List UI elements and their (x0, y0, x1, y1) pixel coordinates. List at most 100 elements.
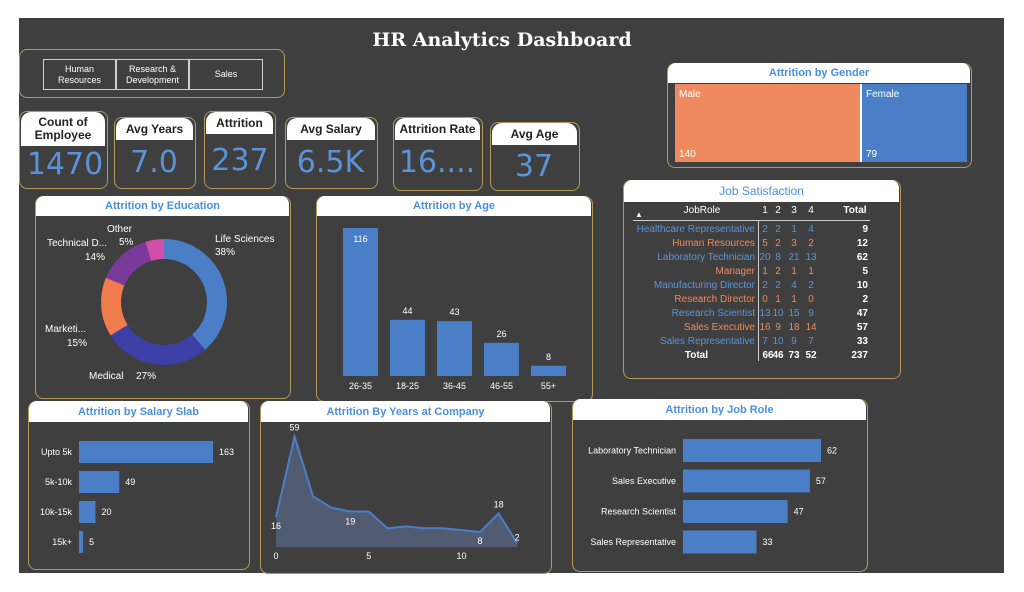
age-bar (437, 321, 472, 376)
gender-female-label: Female (866, 89, 900, 100)
slice-pct-label: 27% (136, 371, 156, 382)
job-satisfaction-cell: 0 (808, 294, 814, 305)
age-bar-value: 43 (449, 307, 459, 317)
job-satisfaction-cell: 1 (808, 266, 814, 277)
age-bar-value: 26 (496, 329, 506, 339)
salary-bar (79, 531, 84, 553)
slice-label: Life Sciences (215, 234, 274, 245)
salary-bar-value: 163 (219, 447, 234, 457)
slice-pct-label: 14% (85, 252, 105, 263)
grand-total: 237 (851, 350, 868, 361)
slice-label: Marketi... (45, 324, 86, 335)
slice-label: Other (107, 224, 133, 235)
kpi-value: 237 (211, 143, 269, 178)
job-role-bar-value: 62 (827, 446, 837, 456)
gender-female-block[interactable]: Female 79 (862, 84, 967, 162)
age-bar (343, 228, 378, 376)
slice-pct-label: 5% (119, 237, 134, 248)
job-satisfaction-cell: 14 (805, 322, 817, 333)
kpi-value: 6.5K (296, 145, 365, 180)
age-axis-label: 55+ (541, 381, 556, 391)
panel-title: Attrition by Salary Slab (29, 401, 248, 422)
years-point-label: 19 (345, 516, 355, 526)
column-header: Total (843, 205, 867, 216)
job-role-bar-value: 47 (794, 507, 804, 517)
job-satisfaction-row-total: 62 (856, 252, 868, 263)
salary-axis-label: 15k+ (52, 537, 72, 547)
column-header: JobRole (683, 205, 721, 216)
age-axis-label: 46-55 (490, 381, 513, 391)
age-bar (531, 365, 566, 376)
slice-label: Technical D... (47, 238, 107, 249)
years-area-chart: 16 59 19 8 18 2 0 5 10 (271, 423, 520, 561)
job-role-bar (683, 439, 821, 462)
slicer-button-sales[interactable]: Sales (189, 59, 263, 90)
age-bar-value: 8 (546, 352, 551, 362)
panel-title: Job Satisfaction (624, 180, 899, 202)
job-satisfaction-cell: 13 (805, 252, 817, 263)
gender-female-value: 79 (866, 149, 878, 160)
job-role-bar (683, 530, 757, 554)
job-role-axis-label: Sales Executive (612, 476, 676, 486)
age-axis-label: 36-45 (443, 381, 466, 391)
years-axis-tick: 0 (273, 551, 278, 561)
kpi-label: Avg Age (492, 123, 577, 145)
salary-bar-value: 5 (89, 537, 94, 547)
years-point-label: 2 (515, 532, 520, 542)
age-bar (484, 342, 519, 376)
kpi-value: 16.... (398, 145, 476, 180)
years-point-label: 18 (494, 499, 504, 509)
salary-axis-label: Upto 5k (41, 447, 73, 457)
donut-slice (105, 241, 152, 286)
age-bar-chart: 116 26-35 44 18-25 43 36-45 26 46-55 8 55+ (343, 228, 566, 391)
job-satisfaction-row-total: 2 (862, 294, 868, 305)
age-bar-value: 44 (402, 306, 412, 316)
years-point-label: 59 (290, 423, 300, 433)
gender-male-label: Male (679, 89, 701, 100)
kpi-label: Count of Employee (21, 112, 105, 146)
kpi-label: Avg Years (116, 118, 193, 140)
salary-bar (79, 441, 213, 463)
kpi-value: 1470 (26, 147, 104, 182)
job-satisfaction-row-total: 33 (856, 336, 868, 347)
job-satisfaction-row-total: 12 (856, 238, 868, 249)
age-axis-label: 26-35 (349, 381, 372, 391)
job-role-bar-value: 57 (816, 476, 826, 486)
gender-male-block[interactable]: Male 140 (675, 84, 862, 162)
years-axis-tick: 5 (366, 551, 371, 561)
panel-title: Attrition by Job Role (573, 399, 866, 420)
job-satisfaction-cell: 9 (808, 308, 814, 319)
job-role-axis-label: Research Scientist (601, 507, 677, 517)
job-role-bar-value: 33 (762, 537, 772, 547)
kpi-label: Attrition (206, 112, 273, 134)
job-role-bar (683, 500, 788, 523)
total-row-label: Total (684, 350, 708, 361)
kpi-label: Attrition Rate (395, 118, 480, 140)
job-satisfaction-cell: 2 (808, 238, 814, 249)
job-role-axis-label: Sales Representative (590, 537, 676, 547)
age-bar (390, 319, 425, 376)
salary-axis-label: 10k-15k (40, 507, 73, 517)
slice-pct-label: 38% (215, 247, 235, 258)
panel-title: Attrition by Gender (668, 63, 970, 83)
years-axis-tick: 10 (456, 551, 466, 561)
header-divider (633, 220, 870, 221)
job-satisfaction-row-total: 5 (862, 266, 868, 277)
page-title: HR Analytics Dashboard (372, 29, 632, 51)
panel-title: Attrition By Years at Company (261, 401, 550, 422)
job-satisfaction-row-total: 47 (856, 308, 868, 319)
salary-bar-value: 20 (101, 507, 111, 517)
job-role-bar (683, 469, 810, 493)
years-point-label: 16 (271, 521, 281, 531)
slicer-button-human-resources[interactable]: Human Resources (43, 59, 116, 90)
age-axis-label: 18-25 (396, 381, 419, 391)
salary-bar-value: 49 (125, 477, 135, 487)
job-satisfaction-row-total: 10 (856, 280, 868, 291)
slice-pct-label: 15% (67, 338, 87, 349)
slice-label: Medical (89, 371, 123, 382)
kpi-value: 37 (514, 149, 554, 184)
sort-arrow-icon[interactable]: ▲ (635, 210, 643, 219)
panel-title: Attrition by Age (317, 196, 591, 216)
kpi-value: 7.0 (130, 145, 178, 180)
slicer-button-research-development[interactable]: Research & Development (116, 59, 189, 90)
